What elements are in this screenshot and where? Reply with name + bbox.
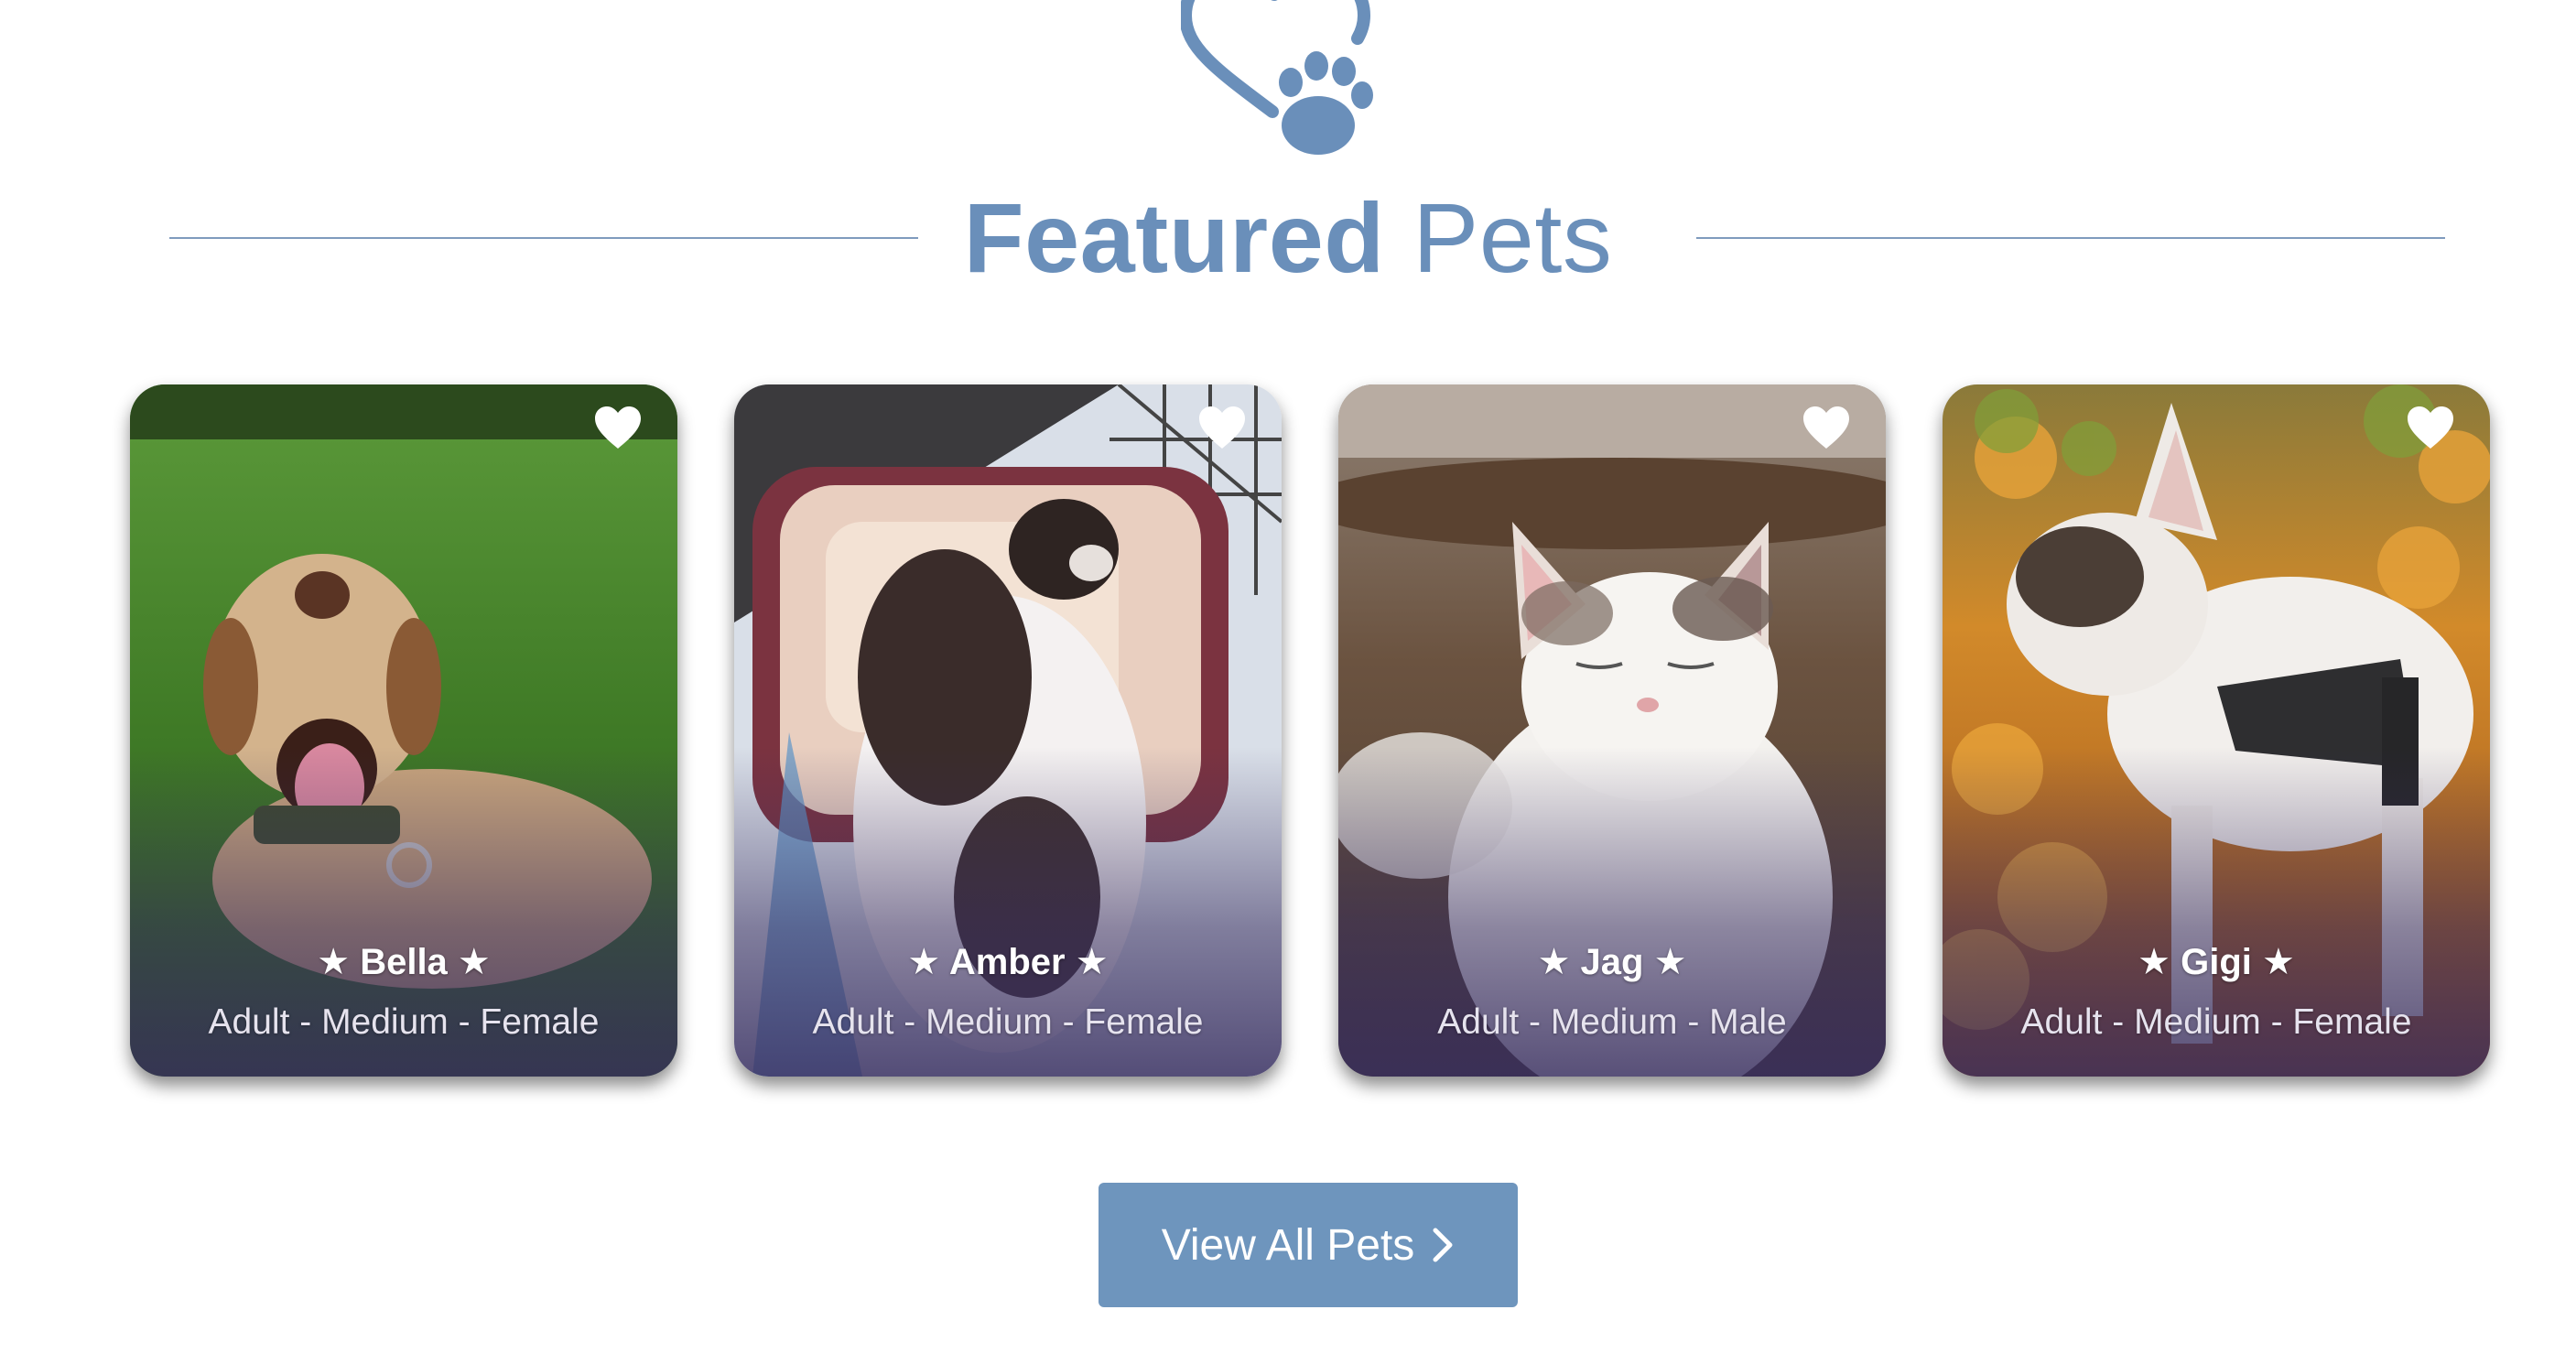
pet-card-bella[interactable]: ★ Bella ★ Adult - Medium - Female (130, 384, 677, 1077)
pet-details: Adult - Medium - Female (208, 1002, 600, 1042)
favorite-heart-icon[interactable] (1197, 405, 1247, 450)
favorite-heart-icon[interactable] (1802, 405, 1851, 450)
favorite-heart-icon[interactable] (2406, 405, 2455, 450)
chevron-right-icon (1433, 1228, 1453, 1262)
pet-name: ★ Bella ★ (317, 942, 491, 982)
pet-card-amber[interactable]: ★ Amber ★ Adult - Medium - Female (734, 384, 1282, 1077)
pet-name: ★ Gigi ★ (2138, 942, 2295, 982)
view-all-pets-button[interactable]: View All Pets (1099, 1183, 1518, 1307)
pet-card-jag[interactable]: ★ Jag ★ Adult - Medium - Male (1338, 384, 1886, 1077)
favorite-heart-icon[interactable] (593, 405, 643, 450)
pet-card-gigi[interactable]: ★ Gigi ★ Adult - Medium - Female (1943, 384, 2490, 1077)
section-title-light: Pets (1412, 182, 1613, 293)
heart-paw-icon (1181, 0, 1373, 155)
pet-details: Adult - Medium - Female (812, 1002, 1204, 1042)
pet-details: Adult - Medium - Female (2020, 1002, 2412, 1042)
pet-name: ★ Jag ★ (1537, 942, 1687, 982)
section-title: Featured Pets (0, 179, 2576, 298)
section-title-bold: Featured (963, 182, 1385, 293)
pet-name: ★ Amber ★ (907, 942, 1109, 982)
pet-details: Adult - Medium - Male (1437, 1002, 1787, 1042)
view-all-pets-label: View All Pets (1161, 1220, 1415, 1270)
